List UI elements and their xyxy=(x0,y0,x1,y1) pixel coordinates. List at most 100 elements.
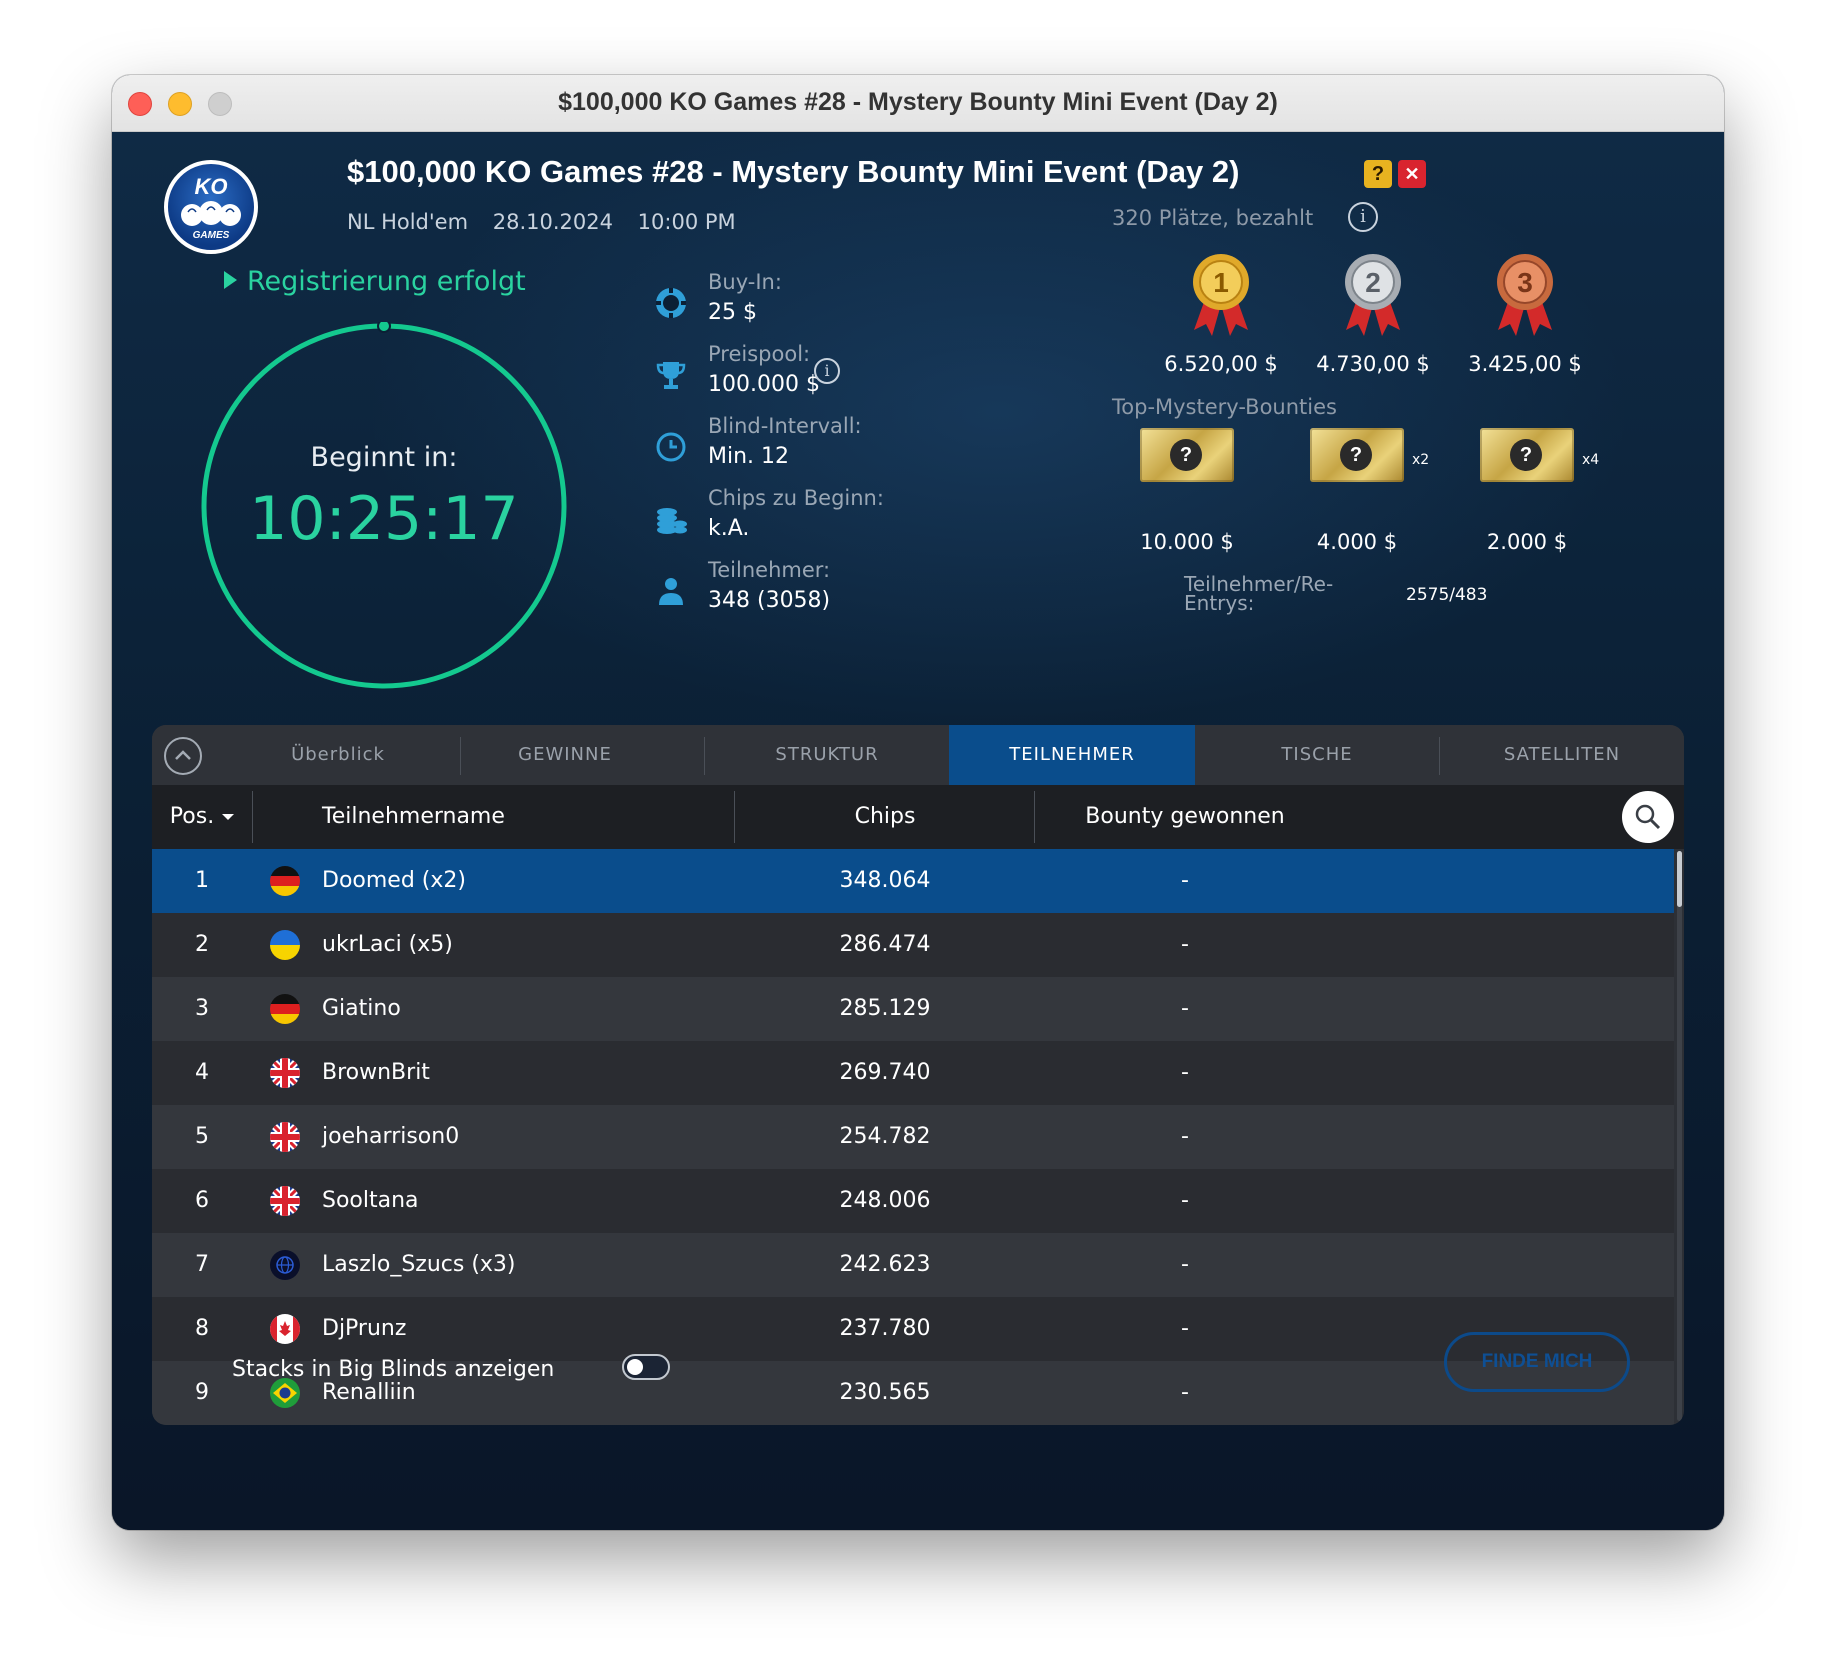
row-player-name: Giatino xyxy=(322,996,401,1021)
header-pos[interactable]: Pos. xyxy=(152,785,252,849)
row-player-name: Doomed (x2) xyxy=(322,868,466,893)
row-bounty: - xyxy=(1181,1252,1189,1277)
table-row[interactable]: 1 Doomed (x2) 348.064 - xyxy=(152,849,1674,913)
tab-overview[interactable]: Überblick xyxy=(216,725,460,785)
world-flag-icon xyxy=(270,1250,300,1280)
event-date: 28.10.2024 xyxy=(492,210,613,234)
trophy-icon xyxy=(656,362,686,389)
buyin-label: Buy-In: xyxy=(708,270,782,294)
collapse-button[interactable] xyxy=(164,737,202,775)
tab-participants[interactable]: TEILNEHMER xyxy=(949,725,1195,785)
poker-chip-icon xyxy=(656,288,686,318)
row-bounty: - xyxy=(1181,1188,1189,1213)
scrollbar-thumb[interactable] xyxy=(1677,851,1682,907)
scrollbar-track[interactable] xyxy=(1677,851,1682,1421)
clock-icon xyxy=(656,432,686,462)
play-arrow-icon xyxy=(224,271,237,289)
ko-games-logo: KO GAMES xyxy=(164,160,258,254)
table-row[interactable]: 5 joeharrison0 254.782 - xyxy=(152,1105,1674,1169)
header-name[interactable]: Teilnehmername xyxy=(322,785,505,849)
row-bounty: - xyxy=(1181,1316,1189,1341)
header-bounty[interactable]: Bounty gewonnen xyxy=(1085,785,1285,849)
knockout-badge-icon: ✕ xyxy=(1398,160,1426,188)
registration-status-text: Registrierung erfolgt xyxy=(247,266,526,297)
tab-satellites[interactable]: SATELLITEN xyxy=(1440,725,1684,785)
silver-medal-icon: 2 xyxy=(1345,254,1401,336)
prizepool-value: 100.000 $ xyxy=(708,372,820,397)
reentries-label: Teilnehmer/Re-Entrys: xyxy=(1184,572,1334,615)
prizepool-label: Preispool: xyxy=(708,342,811,366)
participants-label: Teilnehmer: xyxy=(708,558,831,582)
header-separator xyxy=(252,791,253,843)
prize-third: 3.425,00 $ xyxy=(1468,352,1582,376)
prizepool-info-icon[interactable]: i xyxy=(814,358,840,384)
row-position: 8 xyxy=(195,1316,209,1341)
table-row[interactable]: 7 Laszlo_Szucs (x3) 242.623 - xyxy=(152,1233,1674,1297)
row-position: 2 xyxy=(195,932,209,957)
blind-interval-label: Blind-Intervall: xyxy=(708,414,862,438)
chip-stack-icon xyxy=(657,508,687,534)
app-window: $100,000 KO Games #28 - Mystery Bounty M… xyxy=(112,75,1724,1530)
mystery-bounty-badge-icon: ? xyxy=(1364,160,1392,188)
row-bounty: - xyxy=(1181,996,1189,1021)
logo-subtext: GAMES xyxy=(192,230,230,241)
tab-tables[interactable]: TISCHE xyxy=(1195,725,1439,785)
search-button[interactable] xyxy=(1622,791,1674,843)
row-bounty: - xyxy=(1181,868,1189,893)
places-info-icon[interactable]: i xyxy=(1348,202,1378,232)
find-me-button[interactable]: FINDE MICH xyxy=(1444,1332,1630,1392)
tab-bar: Überblick GEWINNE STRUKTUR TEILNEHMER TI… xyxy=(152,725,1684,785)
title-bar: $100,000 KO Games #28 - Mystery Bounty M… xyxy=(112,75,1724,132)
event-meta: NL Hold'em 28.10.2024 10:00 PM xyxy=(347,210,754,234)
boxing-gloves-icon xyxy=(181,201,241,226)
bounty-2-amount: 4.000 $ xyxy=(1316,530,1398,554)
stacks-bb-toggle[interactable] xyxy=(622,1354,670,1380)
tab-structure[interactable]: STRUKTUR xyxy=(705,725,949,785)
row-bounty: - xyxy=(1181,932,1189,957)
brazil-flag-icon xyxy=(270,1378,300,1408)
header-chips[interactable]: Chips xyxy=(735,785,1035,849)
uk-flag-icon xyxy=(270,1122,300,1152)
countdown-label: Beginnt in: xyxy=(310,442,458,473)
row-bounty: - xyxy=(1181,1380,1189,1405)
row-position: 6 xyxy=(195,1188,209,1213)
toggle-knob xyxy=(627,1359,643,1375)
row-player-name: BrownBrit xyxy=(322,1060,430,1085)
row-chips: 269.740 xyxy=(839,1060,931,1085)
starting-chips-value: k.A. xyxy=(708,516,750,541)
table-row[interactable]: 3 Giatino 285.129 - xyxy=(152,977,1674,1041)
bounty-1-amount: 10.000 $ xyxy=(1140,530,1234,554)
blind-interval-value: Min. 12 xyxy=(708,444,790,469)
game-type: NL Hold'em xyxy=(347,210,469,234)
bronze-medal-icon: 3 xyxy=(1497,254,1553,336)
prize-first: 6.520,00 $ xyxy=(1164,352,1278,376)
table-row[interactable]: 2 ukrLaci (x5) 286.474 - xyxy=(152,913,1674,977)
table-row[interactable]: 4 BrownBrit 269.740 - xyxy=(152,1041,1674,1105)
question-mark-icon: ? xyxy=(1170,439,1202,471)
row-position: 1 xyxy=(195,868,209,893)
medal-3-label: 3 xyxy=(1517,267,1533,298)
row-bounty: - xyxy=(1181,1060,1189,1085)
chevron-up-icon xyxy=(175,750,191,760)
medal-2-label: 2 xyxy=(1365,267,1381,298)
row-player-name: joeharrison0 xyxy=(322,1124,460,1149)
event-title: $100,000 KO Games #28 - Mystery Bounty M… xyxy=(347,154,1240,189)
row-position: 7 xyxy=(195,1252,209,1277)
germany-flag-icon xyxy=(270,994,300,1024)
bounty-2-multiplier: x2 xyxy=(1412,452,1430,468)
table-header: Pos. Teilnehmername Chips Bounty gewonne… xyxy=(152,785,1684,849)
row-chips: 254.782 xyxy=(839,1124,931,1149)
logo-text: KO xyxy=(194,174,228,199)
row-chips: 348.064 xyxy=(839,868,931,893)
table-row[interactable]: 6 Sooltana 248.006 - xyxy=(152,1169,1674,1233)
tab-prizes[interactable]: GEWINNE xyxy=(461,725,669,785)
row-player-name: Sooltana xyxy=(322,1188,419,1213)
canada-flag-icon xyxy=(270,1314,300,1344)
registration-status: Registrierung erfolgt xyxy=(224,266,526,297)
medal-1-label: 1 xyxy=(1213,267,1229,298)
row-chips: 237.780 xyxy=(839,1316,931,1341)
uk-flag-icon xyxy=(270,1058,300,1088)
reentries-value: 2575/483 xyxy=(1406,585,1488,605)
prize-second: 4.730,00 $ xyxy=(1316,352,1430,376)
event-time: 10:00 PM xyxy=(637,210,736,234)
